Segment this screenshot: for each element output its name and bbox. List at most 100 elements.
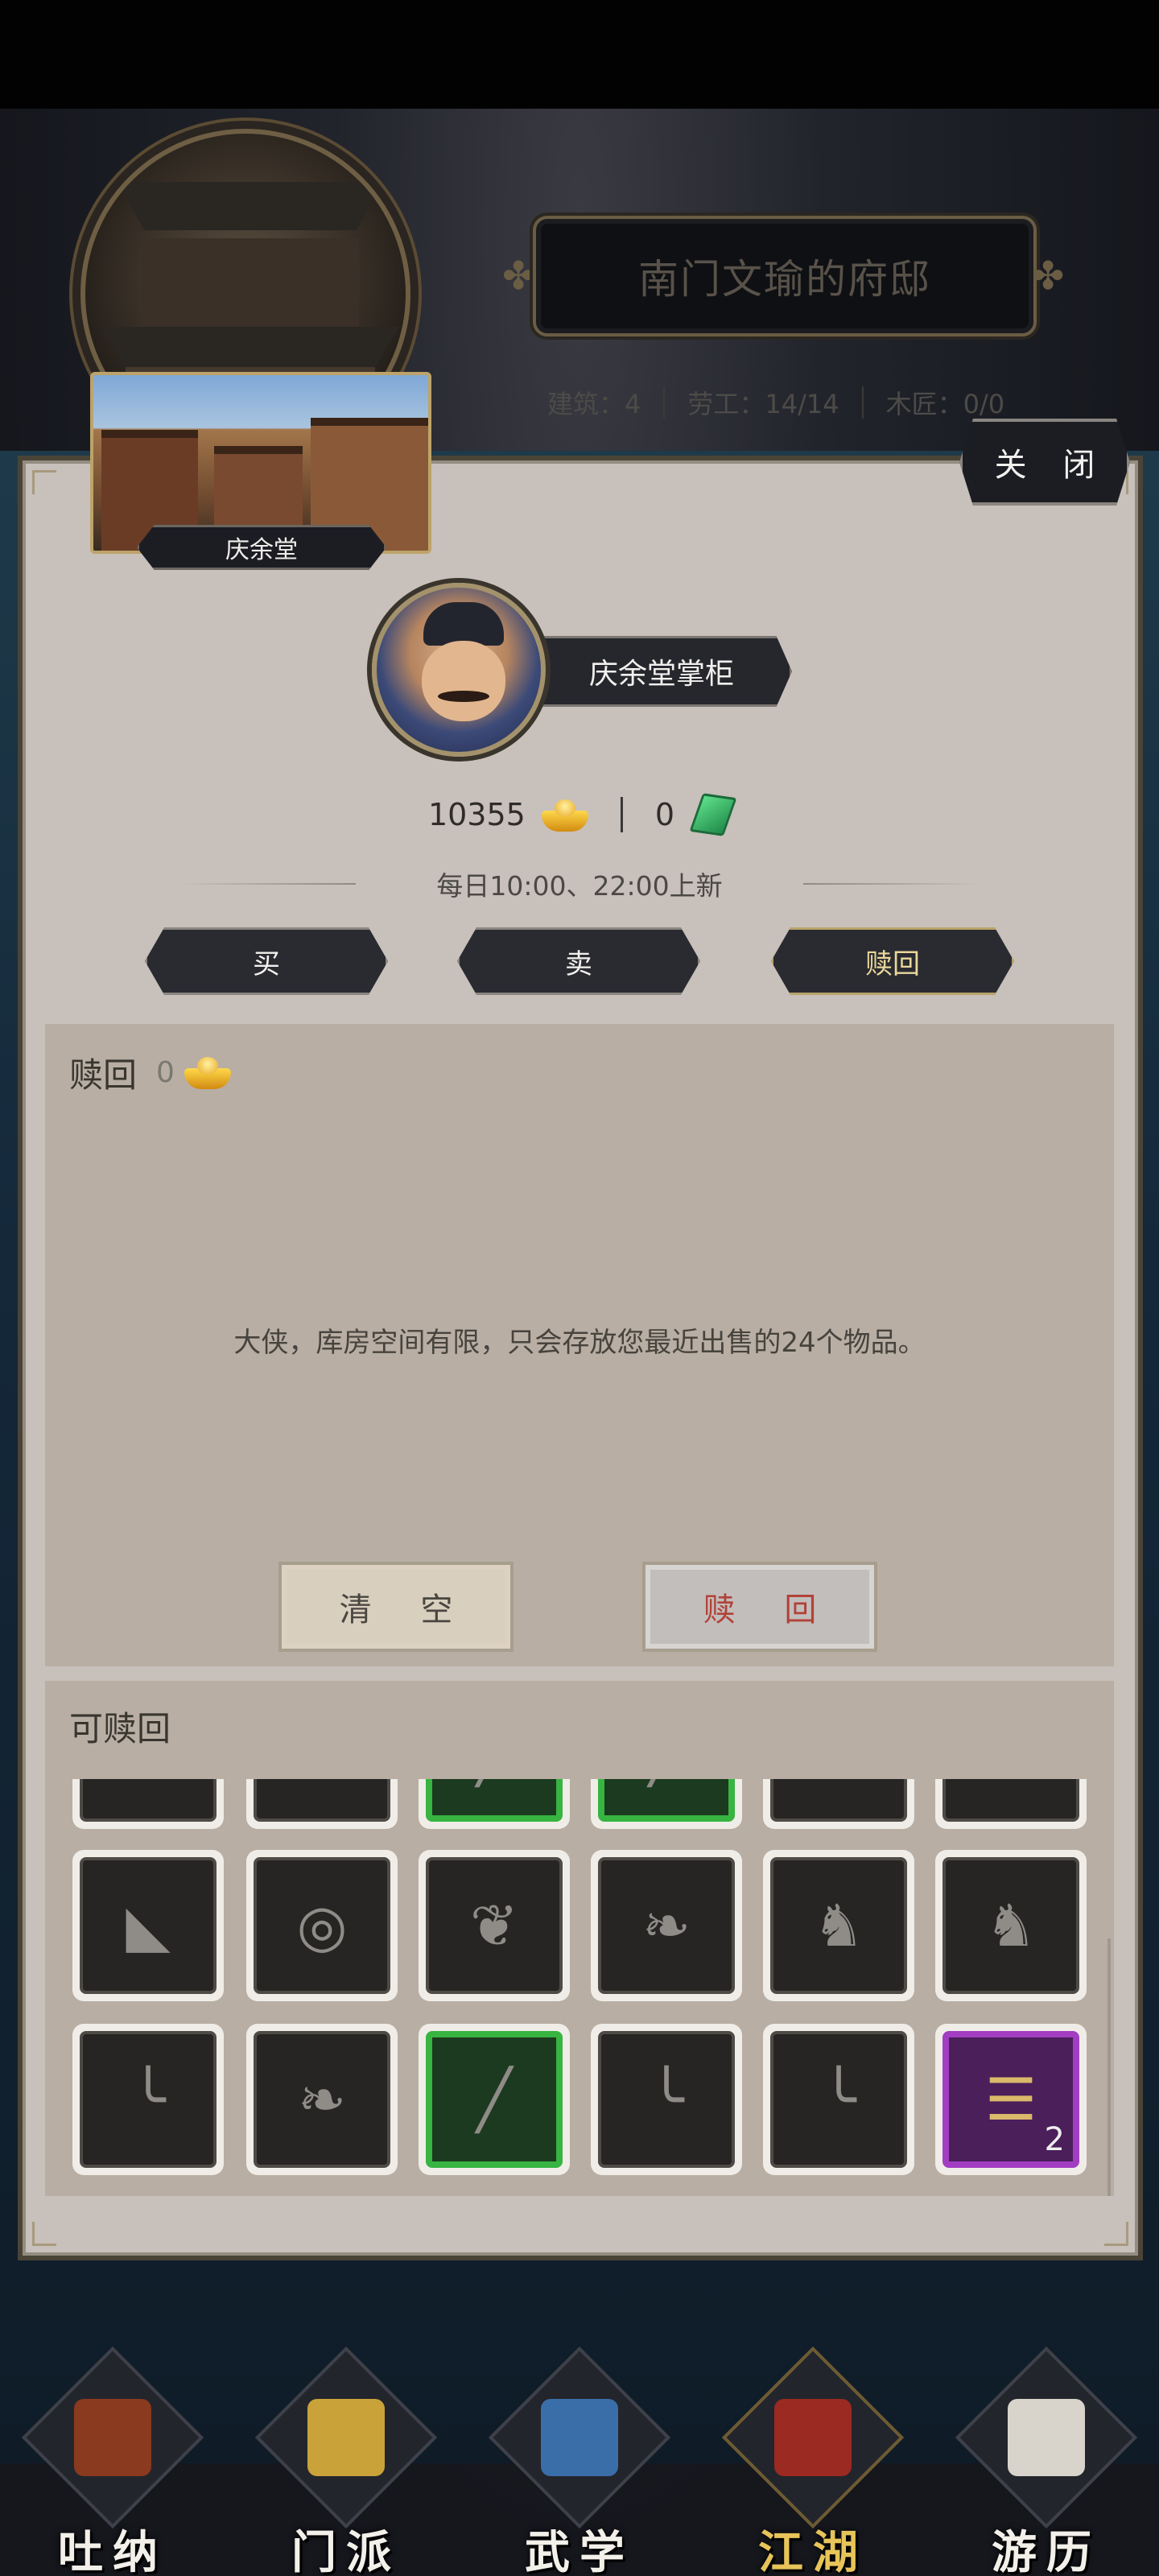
robe-icon: ❦ [469, 1892, 519, 1959]
item-slot-frame: ◣ [80, 1857, 217, 1994]
stat-divider [861, 386, 864, 419]
nav-item-label: 门派 [291, 2527, 401, 2576]
gold-ingot-icon [184, 1055, 231, 1089]
keeper-mustache [438, 691, 489, 702]
item-slot[interactable]: ❧ [763, 1779, 914, 1829]
item-grid-scrollbar[interactable] [1107, 1938, 1111, 2196]
refresh-text: 每日10:00、22:00上新 [436, 870, 723, 902]
item-slot[interactable]: ❧ [246, 2024, 398, 2175]
title-ornament-left-icon: ✤ [502, 254, 535, 299]
boots-icon: ♞ [984, 1892, 1037, 1959]
nav-item-0[interactable]: 吐纳 [21, 2346, 204, 2576]
item-slot[interactable]: ╱ [419, 1779, 570, 1829]
item-slot[interactable]: ╰ [763, 2024, 914, 2175]
sect-banner-icon [307, 2399, 385, 2476]
item-slot-frame: ╱ [598, 1779, 735, 1822]
nav-item-3[interactable]: 江湖 [721, 2346, 905, 2576]
item-slot-frame: ♞ [942, 1857, 1079, 1994]
item-slot[interactable]: ☰ 2 [935, 2024, 1087, 2175]
stat-laborers: 劳工：14/14 [687, 389, 839, 419]
redeem-message: 大侠，库房空间有限，只会存放您最近出售的24个物品。 [233, 1327, 926, 1359]
spear-icon: ╱ [476, 1779, 511, 1787]
item-slot[interactable]: ❧ [591, 1850, 742, 2001]
item-slot-frame: ☰ 2 [942, 2031, 1079, 2168]
item-slot-frame: ❦ [426, 1857, 563, 1994]
residence-title: 南门文瑜的府邸 [638, 256, 931, 303]
title-ornament-right-icon: ✤ [1032, 254, 1065, 299]
bracer-icon: ◣ [126, 1892, 171, 1959]
saber-icon: ╰ [130, 2066, 166, 2133]
jade-token-icon [689, 793, 737, 836]
item-slot-frame: ❁ [942, 1779, 1079, 1822]
item-slot-frame: ╱ [426, 2031, 563, 2168]
redeem-header: 赎回 0 [69, 1048, 231, 1096]
item-slot-frame: ╱ [426, 1779, 563, 1822]
item-slot-frame: ❦ [254, 1779, 390, 1822]
item-slot-frame: ╰ [770, 2031, 907, 2168]
nav-item-1[interactable]: 门派 [254, 2346, 438, 2576]
residence-title-frame: 南门文瑜的府邸 [533, 216, 1037, 336]
redeem-title: 赎回 [69, 1055, 138, 1095]
nav-item-label: 吐纳 [58, 2527, 167, 2576]
item-slot-frame: ◎ [254, 1857, 390, 1994]
belt-icon: ❧ [815, 1779, 863, 1787]
martial-book-icon [541, 2399, 618, 2476]
tab-sell[interactable]: 卖 [457, 927, 700, 995]
item-slot[interactable]: ╱ [591, 1779, 742, 1829]
redeem-button[interactable]: 赎 回 [642, 1562, 877, 1652]
nav-item-4[interactable]: 游历 [955, 2346, 1138, 2576]
nav-item-2[interactable]: 武学 [488, 2346, 671, 2576]
item-quantity: 2 [1044, 2121, 1065, 2158]
tab-redeem[interactable]: 赎回 [771, 927, 1014, 995]
item-grid[interactable]: ❧ ❦ ╱ ╱ ❧ ❁ ◣ ◎ ❦ ❧ ♞ ♞ ╰ ❧ ╱ ╰ ╰ ☰2 [45, 1779, 1114, 2198]
item-slot[interactable]: ❦ [246, 1779, 398, 1829]
saber-icon: ╰ [649, 2066, 684, 2133]
item-slot-frame: ╰ [80, 2031, 217, 2168]
bamboo-hat-icon [774, 2399, 852, 2476]
redeem-cost: 0 [156, 1055, 175, 1089]
belt-icon: ❧ [641, 1892, 691, 1959]
item-slot[interactable]: ❧ [72, 1779, 224, 1829]
nav-item-label: 游历 [992, 2527, 1101, 2576]
item-slot-frame: ❧ [80, 1779, 217, 1822]
residence-stats: 建筑：4 劳工：14/14 木匠：0/0 [547, 385, 1030, 420]
currency-display: 10355 0 [0, 789, 1159, 840]
gold-amount: 10355 [427, 797, 526, 832]
clear-button[interactable]: 清 空 [278, 1562, 514, 1652]
item-slot[interactable]: ◣ [72, 1850, 224, 2001]
horse-icon [1008, 2399, 1085, 2476]
belt-icon: ❧ [124, 1779, 172, 1787]
spear-icon: ╱ [649, 1779, 683, 1787]
panel-corner [32, 470, 56, 494]
keeper-avatar[interactable] [372, 583, 546, 757]
belt-icon: ❧ [297, 2066, 347, 2133]
gold-ingot-icon [541, 798, 588, 832]
armor-icon: ❁ [987, 1779, 1035, 1787]
item-slot-frame: ╰ [598, 2031, 735, 2168]
scroll-icon: ☰ [984, 2066, 1037, 2133]
saber-icon: ╰ [821, 2066, 856, 2133]
item-slot[interactable]: ❦ [419, 1850, 570, 2001]
robe-icon: ❦ [298, 1779, 346, 1787]
tab-buy[interactable]: 买 [145, 927, 388, 995]
close-button[interactable]: 关 闭 [959, 419, 1130, 506]
item-slot[interactable]: ╱ [419, 2024, 570, 2175]
item-slot[interactable]: ♞ [935, 1850, 1087, 2001]
item-slot[interactable]: ◎ [246, 1850, 398, 2001]
nav-item-label: 江湖 [758, 2527, 868, 2576]
meditation-icon [74, 2399, 151, 2476]
bead-bracelet-icon: ◎ [296, 1892, 348, 1959]
item-slot[interactable]: ❁ [935, 1779, 1087, 1829]
status-bar-area [0, 0, 1159, 109]
divider-line [802, 883, 980, 885]
item-slot[interactable]: ╰ [591, 2024, 742, 2175]
item-slot-frame: ❧ [770, 1779, 907, 1822]
panel-corner [1104, 2222, 1128, 2246]
item-slot-frame: ♞ [770, 1857, 907, 1994]
item-slot[interactable]: ♞ [763, 1850, 914, 2001]
redeemable-items-title: 可赎回 [69, 1709, 171, 1748]
item-slot[interactable]: ╰ [72, 2024, 224, 2175]
spear-icon: ╱ [476, 2066, 512, 2133]
divider-line [179, 883, 357, 885]
keeper-name-label: 庆余堂掌柜 [531, 636, 792, 707]
